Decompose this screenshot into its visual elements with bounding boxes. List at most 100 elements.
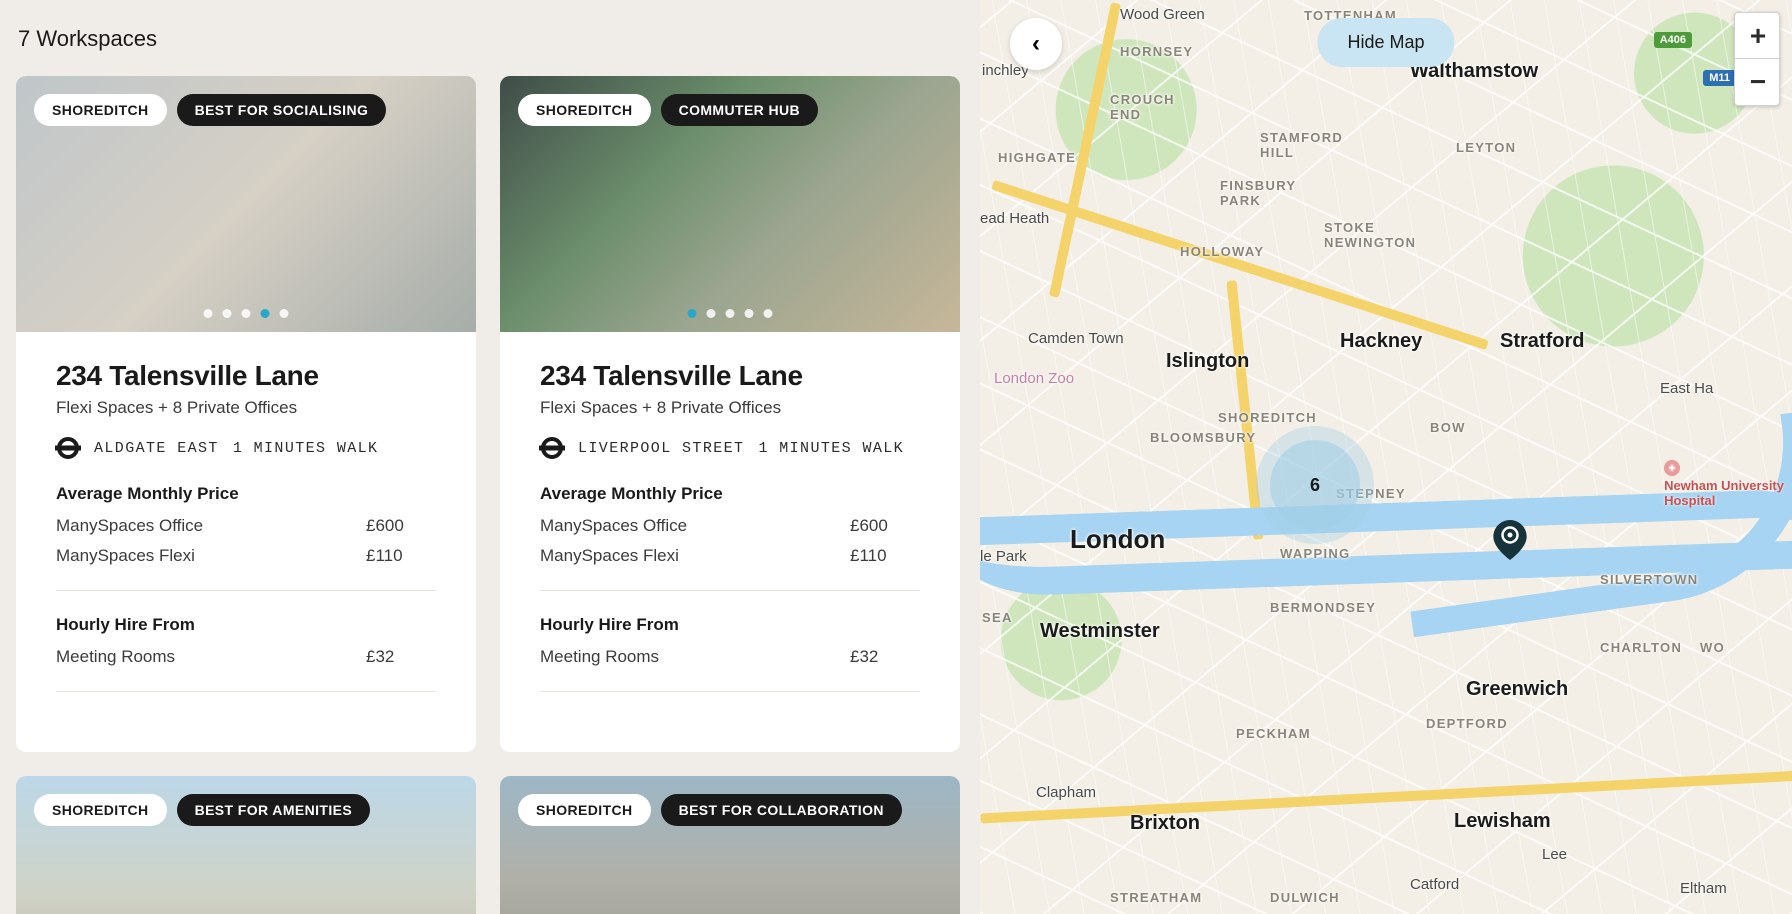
divider (540, 590, 920, 591)
hospital-icon: + (1664, 460, 1680, 476)
zoom-in-button[interactable]: + (1735, 13, 1781, 59)
map-place-label: ead Heath (980, 210, 1049, 227)
zoom-out-button[interactable]: − (1735, 59, 1781, 105)
price-name: ManySpaces Office (56, 516, 203, 536)
carousel-dot[interactable] (204, 309, 213, 318)
map-place-label: Westminster (1040, 620, 1160, 643)
divider (56, 590, 436, 591)
location-tag: SHOREDITCH (518, 94, 651, 126)
map-panel[interactable]: Wood Green TOTTENHAM HORNSEY CROUCH END … (980, 0, 1792, 914)
avg-price-label: Average Monthly Price (540, 484, 920, 504)
collapse-map-button[interactable]: ‹ (1010, 18, 1062, 70)
map-place-label: BOW (1430, 420, 1466, 435)
carousel-dot[interactable] (764, 309, 773, 318)
walk-time: 1 MINUTES WALK (233, 440, 379, 457)
workspace-card[interactable]: SHOREDITCH BEST FOR COLLABORATION (500, 776, 960, 914)
workspace-hero-image: SHOREDITCH COMMUTER HUB (500, 76, 960, 332)
map-place-label: Lewisham (1454, 810, 1551, 833)
workspace-card[interactable]: SHOREDITCH BEST FOR SOCIALISING 234 Tale… (16, 76, 476, 752)
map-cluster[interactable]: 6 (1270, 440, 1360, 530)
carousel-dot[interactable] (745, 309, 754, 318)
workspace-subtitle: Flexi Spaces + 8 Private Offices (56, 398, 436, 418)
divider (540, 691, 920, 692)
map-place-label: SILVERTOWN (1600, 572, 1698, 587)
map-place-label: Camden Town (1028, 330, 1124, 347)
underground-icon (540, 436, 564, 460)
map-place-label: FINSBURY PARK (1220, 178, 1296, 208)
road-badge: M11 (1703, 70, 1736, 86)
map-place-label: Greenwich (1466, 678, 1568, 701)
feature-tag: BEST FOR SOCIALISING (177, 94, 387, 126)
underground-icon (56, 436, 80, 460)
workspace-card[interactable]: SHOREDITCH COMMUTER HUB 234 Talensville … (500, 76, 960, 752)
price-row: ManySpaces Flexi £110 (56, 546, 436, 566)
price-row: Meeting Rooms £32 (540, 647, 920, 667)
map-place-label: Eltham (1680, 880, 1727, 897)
carousel-dot[interactable] (242, 309, 251, 318)
feature-tag: COMMUTER HUB (661, 94, 818, 126)
hourly-label: Hourly Hire From (56, 615, 436, 635)
price-name: ManySpaces Office (540, 516, 687, 536)
results-count-title: 7 Workspaces (18, 26, 960, 52)
map-place-label: Stratford (1500, 330, 1584, 353)
hourly-label: Hourly Hire From (540, 615, 920, 635)
price-amount: £600 (850, 516, 920, 536)
map-place-label: London (1070, 524, 1165, 555)
map-place-label: London Zoo (994, 370, 1074, 387)
price-amount: £600 (366, 516, 436, 536)
chevron-left-icon: ‹ (1032, 30, 1040, 58)
map-place-label: Catford (1410, 876, 1459, 893)
location-tag: SHOREDITCH (34, 794, 167, 826)
map-place-label: East Ha (1660, 380, 1713, 397)
map-place-label: HIGHGATE (998, 150, 1076, 165)
carousel-dot[interactable] (726, 309, 735, 318)
hide-map-button[interactable]: Hide Map (1317, 18, 1454, 67)
results-panel[interactable]: 7 Workspaces SHOREDITCH BEST FOR SOCIALI… (0, 0, 980, 914)
map-place-label: CHARLTON (1600, 640, 1682, 655)
price-amount: £110 (366, 546, 436, 566)
map-marker-icon[interactable] (1490, 520, 1530, 560)
location-tag: SHOREDITCH (34, 94, 167, 126)
workspace-title: 234 Talensville Lane (540, 360, 920, 392)
feature-tag: BEST FOR AMENITIES (177, 794, 371, 826)
workspace-hero-image: SHOREDITCH BEST FOR AMENITIES (16, 776, 476, 914)
map-place-label: DULWICH (1270, 890, 1340, 905)
price-row: ManySpaces Flexi £110 (540, 546, 920, 566)
carousel-dot[interactable] (707, 309, 716, 318)
map-place-label: PECKHAM (1236, 726, 1311, 741)
map-place-label: SEA (982, 610, 1013, 625)
price-row: ManySpaces Office £600 (540, 516, 920, 536)
carousel-dot[interactable] (261, 309, 270, 318)
workspace-cards-grid: SHOREDITCH BEST FOR SOCIALISING 234 Tale… (16, 76, 960, 914)
carousel-dot[interactable] (280, 309, 289, 318)
map-place-label: Islington (1166, 350, 1249, 373)
divider (56, 691, 436, 692)
station-name: LIVERPOOL STREET (578, 440, 744, 457)
map-place-label: Hackney (1340, 330, 1422, 353)
zoom-controls: + − (1734, 12, 1780, 106)
map-place-label: HORNSEY (1120, 44, 1193, 59)
workspace-card[interactable]: SHOREDITCH BEST FOR AMENITIES (16, 776, 476, 914)
hospital-label: + Newham University Hospital (1664, 460, 1784, 508)
map-place-label: Lee (1542, 846, 1567, 863)
carousel-dot[interactable] (688, 309, 697, 318)
map-place-label: STREATHAM (1110, 890, 1202, 905)
road-badge: A406 (1654, 32, 1692, 48)
price-row: Meeting Rooms £32 (56, 647, 436, 667)
station-name: ALDGATE EAST (94, 440, 219, 457)
map-place-label: DEPTFORD (1426, 716, 1508, 731)
avg-price-label: Average Monthly Price (56, 484, 436, 504)
workspace-hero-image: SHOREDITCH BEST FOR COLLABORATION (500, 776, 960, 914)
map-place-label: LEYTON (1456, 140, 1516, 155)
map-place-label: STAMFORD HILL (1260, 130, 1343, 160)
map-place-label: le Park (980, 548, 1027, 565)
map-place-label: CROUCH END (1110, 92, 1175, 122)
price-name: ManySpaces Flexi (540, 546, 679, 566)
price-row: ManySpaces Office £600 (56, 516, 436, 536)
map-place-label: Brixton (1130, 812, 1200, 835)
carousel-dots (204, 309, 289, 318)
price-amount: £32 (366, 647, 436, 667)
price-amount: £32 (850, 647, 920, 667)
carousel-dot[interactable] (223, 309, 232, 318)
price-name: Meeting Rooms (540, 647, 659, 667)
